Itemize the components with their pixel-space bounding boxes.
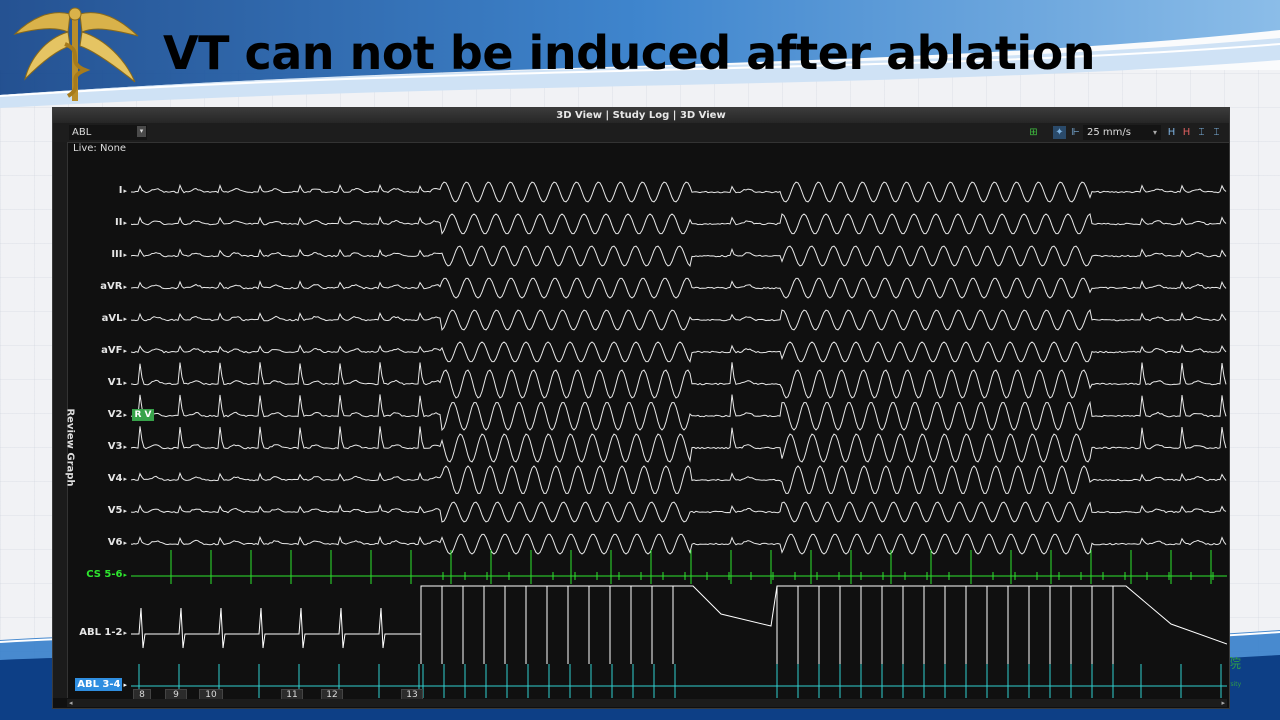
rv-pacing-tag: R V [132, 409, 154, 421]
channel-trace [131, 585, 1227, 664]
channel-label-text: V6 [107, 537, 123, 548]
trace-line [131, 309, 1227, 332]
channel-expand-icon: ▸ [123, 681, 127, 689]
caduceus-logo-icon [13, 7, 139, 101]
channel-label[interactable]: V6▸ [55, 537, 127, 548]
channel-expand-icon: ▸ [123, 251, 127, 259]
channel-trace [131, 426, 1227, 463]
channel-label[interactable]: V1▸ [55, 377, 127, 388]
channel-trace [131, 181, 1227, 203]
toolbar: ABL ▾ ⊞ ✦ ⊩ 25 mm/s ▾ H H ⌶ ⌶ [53, 123, 1229, 143]
ep-recording-window: 3D View | Study Log | 3D View ABL ▾ ⊞ ✦ … [52, 107, 1230, 709]
chevron-down-icon[interactable]: ▾ [137, 126, 146, 137]
channel-expand-icon: ▸ [123, 315, 127, 323]
channel-label-text: ABL 1-2 [79, 627, 123, 638]
channel-label-text: ABL 3-4 [75, 678, 123, 691]
trace-line [131, 394, 1227, 432]
channel-label[interactable]: V4▸ [55, 473, 127, 484]
channel-label[interactable]: aVF▸ [55, 345, 127, 356]
marker-icon[interactable]: ⊩ [1069, 126, 1082, 139]
channel-label-text: V4 [107, 473, 123, 484]
channel-label-text: V5 [107, 505, 123, 516]
channel-expand-icon: ▸ [123, 187, 127, 195]
trace-line [131, 277, 1227, 299]
channel-label-text: V2 [107, 409, 123, 420]
channel-expand-icon: ▸ [123, 411, 127, 419]
trace-line [131, 533, 1227, 555]
channel-label-text: CS 5-6 [86, 569, 123, 580]
channel-expand-icon: ▸ [123, 539, 127, 547]
channel-label-text: aVF [101, 345, 123, 356]
channel-label-text: aVR [100, 281, 123, 292]
channel-expand-icon: ▸ [123, 443, 127, 451]
channel-label[interactable]: CS 5-6▸ [55, 569, 127, 580]
chevron-down-icon: ▾ [1152, 128, 1157, 137]
measure-icon[interactable]: ⌶ [1195, 126, 1208, 139]
channel-expand-icon: ▸ [123, 347, 127, 355]
trace-line [131, 181, 1227, 203]
channel-label[interactable]: ABL 1-2▸ [55, 627, 127, 638]
channel-select[interactable]: ABL [69, 125, 147, 140]
trace-area[interactable] [131, 142, 1227, 698]
sweep-speed-select[interactable]: 25 mm/s ▾ [1083, 125, 1161, 140]
channel-trace [131, 550, 1227, 584]
channel-trace [131, 245, 1227, 267]
trace-line [131, 213, 1227, 235]
channel-trace [131, 277, 1227, 299]
window-titlebar: 3D View | Study Log | 3D View [53, 108, 1229, 123]
caliper-icon[interactable]: ✦ [1053, 126, 1066, 139]
channel-label[interactable]: ABL 3-4 ▸ [55, 678, 127, 691]
channel-label-text: II [115, 217, 123, 228]
channel-trace [131, 341, 1227, 363]
channel-label-text: aVL [101, 313, 123, 324]
lead-add-icon[interactable]: ⊞ [1027, 126, 1040, 139]
trace-line [131, 362, 1227, 399]
hospital-logo: 院 rsity [1228, 657, 1242, 688]
trace-line [131, 341, 1227, 363]
live-status: Live: None [73, 143, 127, 154]
channel-expand-icon: ▸ [123, 571, 127, 579]
channel-label[interactable]: aVR▸ [55, 281, 127, 292]
trace-line [131, 426, 1227, 463]
sweep-speed-value: 25 mm/s [1087, 127, 1131, 138]
trace-line [131, 550, 1227, 584]
slide-title: VT can not be induced after ablation [163, 26, 1096, 80]
channel-trace [131, 362, 1227, 399]
channel-trace [131, 501, 1227, 523]
trace-line [131, 501, 1227, 523]
channel-label[interactable]: aVL▸ [55, 313, 127, 324]
freeze-icon[interactable]: H [1165, 126, 1178, 139]
horizontal-scrollbar[interactable]: ◂ ▸ [67, 699, 1227, 707]
zoom-out-icon[interactable]: H [1180, 126, 1193, 139]
channel-label[interactable]: V5▸ [55, 505, 127, 516]
trace-line [131, 585, 1227, 664]
scroll-right-icon[interactable]: ▸ [1221, 699, 1225, 707]
channel-expand-icon: ▸ [123, 379, 127, 387]
channel-label-text: V3 [107, 441, 123, 452]
channel-label-text: III [111, 249, 123, 260]
channel-trace [131, 394, 1227, 432]
channel-label[interactable]: V2▸ [55, 409, 127, 420]
channel-trace [131, 309, 1227, 332]
channel-label-text: I [118, 185, 123, 196]
ruler-icon[interactable]: ⌶ [1210, 126, 1223, 139]
channel-expand-icon: ▸ [123, 475, 127, 483]
channel-label-text: V1 [107, 377, 123, 388]
trace-line [131, 245, 1227, 267]
channel-label[interactable]: I▸ [55, 185, 127, 196]
channel-trace [131, 465, 1227, 494]
channel-trace [131, 213, 1227, 235]
channel-label[interactable]: II▸ [55, 217, 127, 228]
trace-line [131, 465, 1227, 494]
scroll-left-icon[interactable]: ◂ [69, 699, 73, 707]
channel-trace [131, 533, 1227, 555]
channel-expand-icon: ▸ [123, 283, 127, 291]
channel-expand-icon: ▸ [123, 507, 127, 515]
channel-label[interactable]: III▸ [55, 249, 127, 260]
channel-expand-icon: ▸ [123, 219, 127, 227]
channel-label[interactable]: V3▸ [55, 441, 127, 452]
channel-expand-icon: ▸ [123, 629, 127, 637]
